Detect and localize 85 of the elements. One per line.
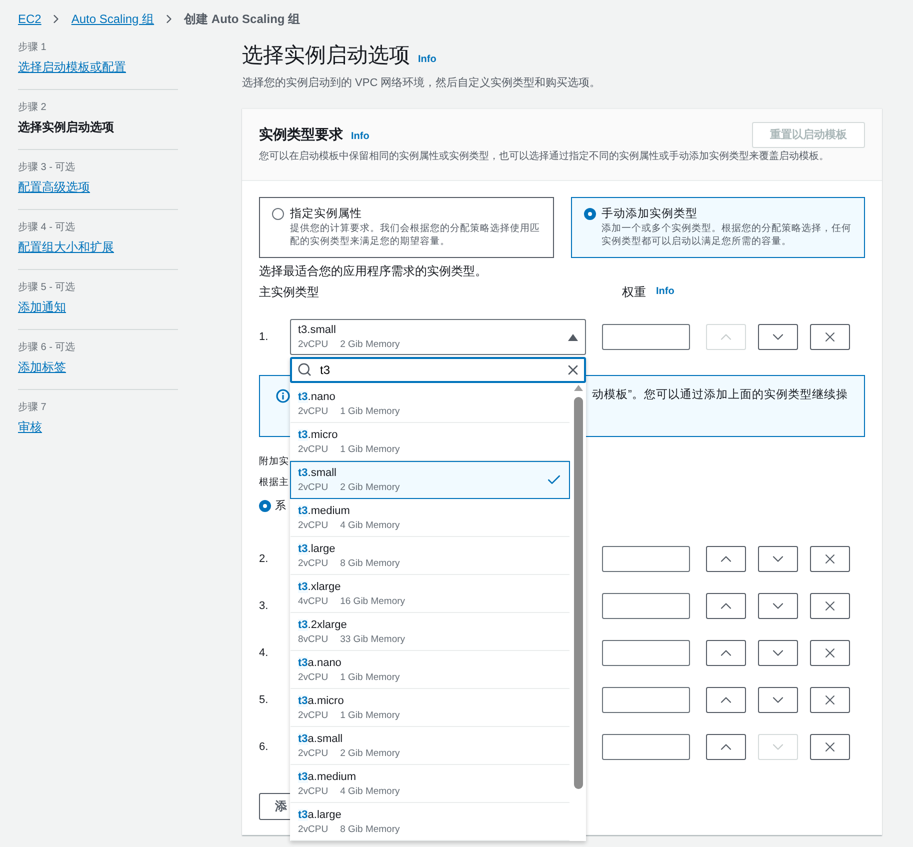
info-link[interactable]: Info	[656, 284, 674, 300]
move-down-button[interactable]	[758, 640, 798, 666]
page-subtitle: 选择您的实例启动到的 VPC 网络环境，然后自定义实例类型和购买选项。	[242, 76, 602, 91]
weight-field[interactable]	[602, 734, 690, 760]
remove-button[interactable]	[810, 687, 850, 713]
breadcrumb-current: 创建 Auto Scaling 组	[184, 10, 300, 28]
breadcrumb-link[interactable]: EC2	[18, 12, 42, 26]
option-title: 指定实例属性	[290, 206, 363, 222]
remove-button[interactable]	[810, 324, 850, 350]
radio-label: 系	[275, 498, 286, 514]
section-heading: 附加实	[259, 455, 289, 469]
weight-field[interactable]	[602, 593, 690, 619]
weight-field[interactable]	[602, 687, 690, 713]
row-number: 4.	[259, 647, 270, 659]
breadcrumb-link[interactable]: Auto Scaling 组	[71, 10, 154, 28]
step-label: 步骤 4 - 可选	[18, 222, 76, 234]
row-number: 1.	[259, 331, 270, 343]
dropdown-option[interactable]: t3.small 2vCPU 2 Gib Memory	[290, 461, 570, 499]
info-link[interactable]: Info	[351, 130, 370, 142]
panel-title: 实例类型要求	[259, 126, 343, 144]
search-field[interactable]: t3	[290, 357, 586, 383]
move-up-button[interactable]	[706, 593, 746, 619]
option-tile[interactable]: 手动添加实例类型 添加一个或多个实例类型。根据您的分配策略选择，任何实例类型都可以启动以满足您所需的容量。	[570, 197, 865, 258]
option-description: 提供您的计算要求。我们会根据您的分配策略选择使用匹配的实例类型来满足您的期望容量。	[290, 222, 540, 248]
row-number: 2.	[259, 553, 270, 565]
info-link[interactable]: Info	[418, 54, 436, 65]
remove-button[interactable]	[810, 593, 850, 619]
weight-field[interactable]	[602, 324, 690, 350]
row-number: 6.	[259, 741, 270, 753]
page-title: 选择实例启动选项	[242, 43, 410, 69]
dropdown-option[interactable]: t3.medium 2vCPU 4 Gib Memory	[290, 499, 570, 537]
field-label: 权重	[622, 284, 646, 300]
option-description: 添加一个或多个实例类型。根据您的分配策略选择，任何实例类型都可以启动以满足您所需的容量。	[602, 222, 852, 248]
move-down-button[interactable]	[758, 687, 798, 713]
dropdown-option[interactable]: t3a.micro 2vCPU 1 Gib Memory	[290, 689, 570, 727]
step-label: 步骤 1	[18, 42, 46, 54]
field-label: 主实例类型	[259, 285, 319, 299]
step-link[interactable]: 配置组大小和扩展	[18, 238, 114, 256]
move-up-button[interactable]	[706, 640, 746, 666]
dropdown-option[interactable]: t3a.nano 2vCPU 1 Gib Memory	[290, 651, 570, 689]
step-label: 步骤 3 - 可选	[18, 162, 76, 174]
step-label: 步骤 2	[18, 102, 46, 114]
dropdown-option[interactable]: t3a.small 2vCPU 2 Gib Memory	[290, 727, 570, 765]
step-label: 步骤 6 - 可选	[18, 342, 76, 354]
instance-type-select[interactable]: t3.small 2vCPU 2 Gib Memory	[290, 319, 586, 355]
move-down-button[interactable]	[758, 593, 798, 619]
step-label: 步骤 7	[18, 402, 46, 414]
dropdown-option[interactable]: t3.large 2vCPU 8 Gib Memory	[290, 537, 570, 575]
remove-button[interactable]	[810, 734, 850, 760]
caret-up-icon	[568, 334, 578, 340]
step-link[interactable]: 选择启动模板或配置	[18, 58, 126, 76]
dropdown-option[interactable]: t3.xlarge 4vCPU 16 Gib Memory	[290, 575, 570, 613]
move-up-button[interactable]	[706, 546, 746, 572]
weight-field[interactable]	[602, 546, 690, 572]
move-down-button[interactable]	[758, 324, 798, 350]
radio-button[interactable]	[584, 208, 596, 220]
info-icon	[276, 389, 290, 403]
move-up-button[interactable]	[706, 734, 746, 760]
panel-description: 您可以在启动模板中保留相同的实例属性或实例类型，也可以选择通过指定不同的实例属性或手动添加实例类型来覆盖启动模板。	[259, 150, 830, 164]
radio-button[interactable]	[272, 208, 284, 220]
search-icon	[297, 362, 312, 377]
step-link[interactable]: 配置高级选项	[18, 178, 90, 196]
info-message: 动模板”。您可以通过添加上面的实例类型继续操	[592, 387, 848, 403]
step-label: 步骤 5 - 可选	[18, 282, 76, 294]
radio-button[interactable]	[259, 500, 271, 512]
dropdown-option[interactable]: t3.micro 2vCPU 1 Gib Memory	[290, 423, 570, 461]
row-number: 5.	[259, 694, 270, 706]
current-step[interactable]: 选择实例启动选项	[18, 118, 114, 136]
weight-field[interactable]	[602, 640, 690, 666]
step-link[interactable]: 审核	[18, 418, 42, 436]
dropdown-option[interactable]: t3a.medium 2vCPU 4 Gib Memory	[290, 765, 570, 803]
section-text: 根据主	[259, 476, 289, 490]
remove-button[interactable]	[810, 640, 850, 666]
step-link[interactable]: 添加标签	[18, 358, 66, 376]
row-number: 3.	[259, 600, 270, 612]
remove-button[interactable]	[810, 546, 850, 572]
option-title: 手动添加实例类型	[602, 206, 698, 222]
hint-text: 选择最适合您的应用程序需求的实例类型。	[259, 263, 487, 279]
dropdown-option[interactable]: t3a.large 2vCPU 8 Gib Memory	[290, 803, 570, 841]
step-link[interactable]: 添加通知	[18, 298, 66, 316]
dropdown-option[interactable]: t3.nano 2vCPU 1 Gib Memory	[290, 385, 570, 423]
move-down-button[interactable]	[758, 546, 798, 572]
dropdown-option[interactable]: t3.2xlarge 8vCPU 33 Gib Memory	[290, 613, 570, 651]
move-up-button[interactable]	[706, 687, 746, 713]
option-tile[interactable]: 指定实例属性 提供您的计算要求。我们会根据您的分配策略选择使用匹配的实例类型来满足您的期望容量。	[259, 197, 554, 258]
